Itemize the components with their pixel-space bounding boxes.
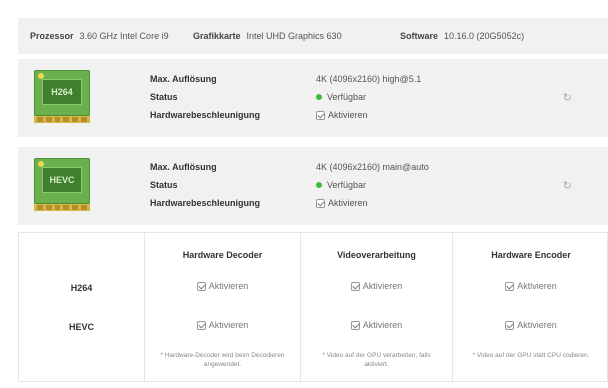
chip-label: HEVC [42,167,82,193]
decoder-h264-checkbox[interactable]: Aktivieren [145,281,300,291]
max-resolution-value: 4K (4096x2160) main@auto [316,162,429,172]
status-label: Status [150,92,178,102]
row-label-h264: H264 [70,283,93,293]
hw-acceleration-checkbox[interactable]: Aktivieren [316,110,368,120]
checkbox-icon[interactable] [316,198,325,208]
status-dot-icon [316,182,322,188]
checkbox-label: Aktivieren [208,281,249,291]
checkbox-icon[interactable] [350,281,360,291]
software-label: Software [400,31,439,41]
status-indicator: Verfügbar [316,180,366,190]
processor-label: Prozessor [30,31,74,41]
column-header-processing: Videoverarbeitung [337,250,416,260]
codec-panel-hevc: HEVC Max. Auflösung 4K (4096x2160) main@… [18,147,608,225]
checkbox-label: Aktivieren [517,320,557,330]
processor-info: Prozessor 3.60 GHz Intel Core i9 [30,31,193,41]
chip-label: H264 [42,79,82,105]
checkbox-icon[interactable] [505,281,515,291]
checkbox-icon[interactable] [505,320,515,330]
processing-hevc-checkbox[interactable]: Aktivieren [301,320,452,330]
hw-acceleration-label: Hardwarebeschleunigung [150,198,261,208]
decoder-hevc-checkbox[interactable]: Aktivieren [145,320,300,330]
gpu-chip-icon: H264 [32,70,92,124]
codec-panel-h264: H264 Max. Auflösung 4K (4096x2160) high@… [18,59,608,137]
acceleration-matrix: H264 HEVC Hardware Decoder Aktivieren Ak… [18,232,608,382]
status-dot-icon [316,94,322,100]
status-value: Verfügbar [327,92,367,102]
processor-value: 3.60 GHz Intel Core i9 [79,31,169,41]
software-value: 10.16.0 (20G5052c) [444,31,525,41]
column-header-decoder: Hardware Decoder [182,250,263,260]
status-indicator: Verfügbar [316,92,366,102]
checkbox-label: Aktivieren [362,281,403,291]
checkbox-label: Aktivieren [208,320,249,330]
gpu-value: Intel UHD Graphics 630 [246,31,342,41]
gpu-label: Grafikkarte [193,31,241,41]
decoder-note: * Hardware-Decoder wird beim Decodieren … [160,352,285,368]
checkbox-label: Aktivieren [328,110,368,120]
encoder-h264-checkbox[interactable]: Aktivieren [453,281,608,291]
processing-note: * Video auf der GPU verarbeiten, falls a… [322,352,431,368]
status-value: Verfügbar [327,180,367,190]
decoder-column: Hardware Decoder Aktivieren Aktivieren *… [145,233,301,381]
hw-acceleration-label: Hardwarebeschleunigung [150,110,261,120]
gpu-info: Grafikkarte Intel UHD Graphics 630 [193,31,400,41]
processing-column: Videoverarbeitung Aktivieren Aktivieren … [301,233,453,381]
row-label-hevc: HEVC [68,322,94,332]
status-label: Status [150,180,178,190]
checkbox-label: Aktivieren [362,320,403,330]
system-info-bar: Prozessor 3.60 GHz Intel Core i9 Grafikk… [18,18,608,54]
encoder-hevc-checkbox[interactable]: Aktivieren [453,320,608,330]
hw-acceleration-checkbox[interactable]: Aktivieren [316,198,368,208]
refresh-icon[interactable]: ↻ [563,179,572,192]
encoder-note: * Video auf der GPU statt CPU codieren. [472,352,590,359]
max-resolution-label: Max. Auflösung [150,74,217,84]
checkbox-icon[interactable] [316,110,325,120]
checkbox-label: Aktivieren [517,281,557,291]
processing-h264-checkbox[interactable]: Aktivieren [301,281,452,291]
gpu-chip-icon: HEVC [32,158,92,212]
column-header-encoder: Hardware Encoder [491,250,571,260]
row-labels-column: H264 HEVC [19,233,145,381]
refresh-icon[interactable]: ↻ [563,91,572,104]
checkbox-icon[interactable] [196,281,206,291]
max-resolution-value: 4K (4096x2160) high@5.1 [316,74,422,84]
software-info: Software 10.16.0 (20G5052c) [400,31,608,41]
encoder-column: Hardware Encoder Aktivieren Aktivieren *… [453,233,608,381]
checkbox-label: Aktivieren [328,198,368,208]
checkbox-icon[interactable] [350,320,360,330]
checkbox-icon[interactable] [196,320,206,330]
max-resolution-label: Max. Auflösung [150,162,217,172]
